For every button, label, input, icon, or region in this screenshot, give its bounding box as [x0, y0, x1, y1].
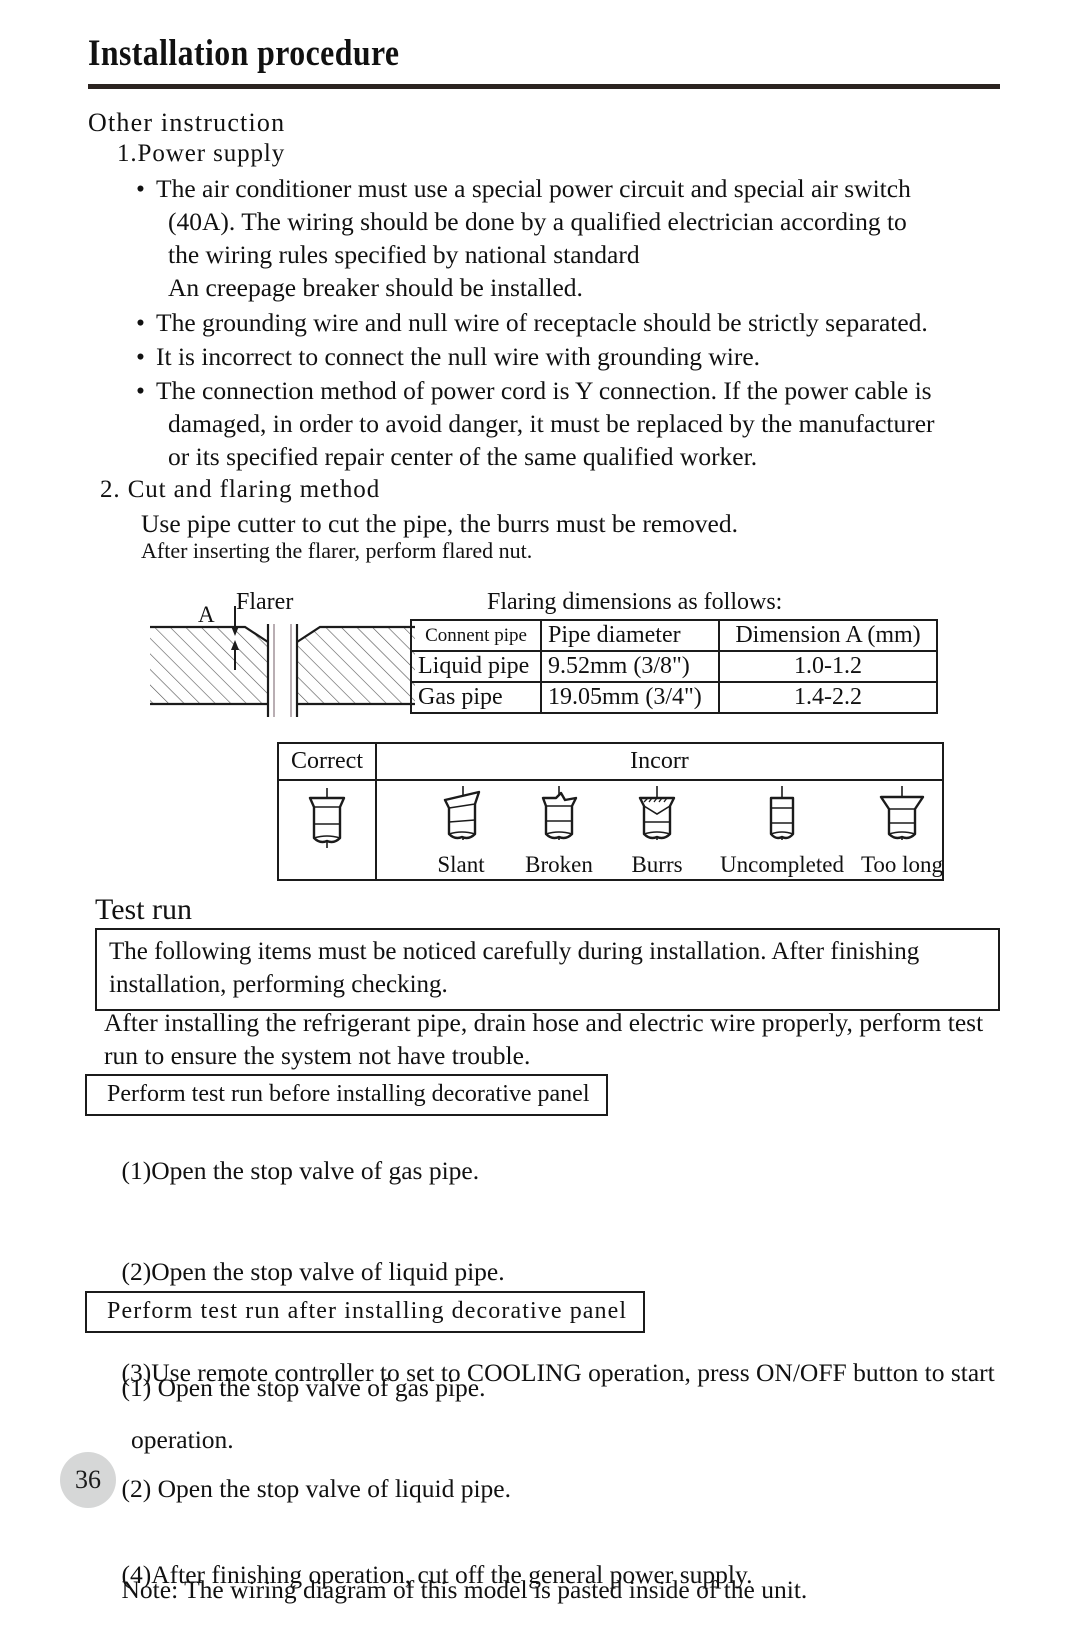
bullet-marker: • — [136, 174, 145, 203]
incorrect-flare-cell: Slant Broken Burrs Uncompleted Too long — [377, 781, 943, 879]
flare-label: Broken — [525, 852, 593, 877]
flare-example-too-long: Too long — [847, 781, 957, 879]
flare-example-uncompleted: Uncompleted — [707, 781, 857, 879]
flarer-diagram-svg: A — [150, 602, 415, 717]
title-divider — [88, 84, 1000, 89]
flare-pipe-broken-icon — [532, 784, 586, 851]
column-header: Dimension A (mm) — [718, 619, 938, 652]
band-before-panel: Perform test run before installing decor… — [85, 1074, 608, 1116]
step-text: (1) Open the stop valve of gas pipe. — [121, 1372, 486, 1402]
dimension-a-label: A — [198, 602, 215, 627]
list-item: • It is incorrect to connect the null wi… — [136, 340, 1004, 373]
list-item: • The grounding wire and null wire of re… — [136, 306, 1004, 339]
bullet-line: The air conditioner must use a special p… — [156, 174, 911, 203]
table-cell: 1.4-2.2 — [718, 681, 938, 714]
flare-pipe-icon — [300, 784, 354, 857]
column-header-incorrect: Incorr — [630, 748, 689, 774]
subsection-heading-cut-flaring: 2. Cut and flaring method — [100, 476, 381, 503]
flare-quality-body-row: Slant Broken Burrs Uncompleted Too long — [279, 781, 943, 879]
power-supply-bullet-list: • The air conditioner must use a special… — [136, 172, 1004, 474]
page-number-badge: 36 — [60, 1452, 116, 1508]
flare-example-correct — [279, 781, 375, 879]
section-heading-other-instruction: Other instruction — [88, 108, 286, 137]
subsection-heading-power-supply: 1.Power supply — [117, 140, 286, 167]
list-item: • The connection method of power cord is… — [136, 374, 1004, 473]
flaring-table-caption: Flaring dimensions as follows: — [487, 589, 783, 615]
table-header-row: Connent pipe Pipe diameter Dimension A (… — [410, 619, 938, 652]
section-heading-test-run: Test run — [95, 893, 193, 926]
flare-pipe-burrs-icon — [630, 784, 684, 851]
bullet-line: The grounding wire and null wire of rece… — [156, 307, 928, 337]
flare-label: Burrs — [631, 852, 683, 877]
table-cell: Gas pipe — [410, 681, 542, 714]
flare-example-burrs: Burrs — [609, 781, 705, 879]
table-cell: Liquid pipe — [410, 650, 542, 683]
list-item: (1)Open the stop valve of gas pipe. — [96, 1120, 1006, 1221]
after-panel-steps: (1) Open the stop valve of gas pipe. (2)… — [96, 1337, 1006, 1640]
flare-label: Uncompleted — [720, 852, 844, 877]
step-text: (1)Open the stop valve of gas pipe. — [121, 1155, 480, 1185]
flare-example-broken: Broken — [511, 781, 607, 879]
note-line: Note: The wiring diagram of this model i… — [96, 1539, 1006, 1640]
table-row: Liquid pipe 9.52mm (3/8") 1.0-1.2 — [410, 650, 938, 683]
cut-flaring-line-2: After inserting the flarer, perform flar… — [141, 538, 533, 563]
table-cell: 19.05mm (3/4") — [540, 681, 720, 714]
step-text: (2) Open the stop valve of liquid pipe. — [121, 1473, 512, 1503]
flare-label: Slant — [437, 852, 485, 877]
table-cell: 9.52mm (3/8") — [540, 650, 720, 683]
bullet-marker: • — [136, 341, 145, 371]
table-cell: 1.0-1.2 — [718, 650, 938, 683]
bullet-line: An creepage breaker should be installed. — [168, 273, 583, 303]
list-item: (2) Open the stop valve of liquid pipe. — [96, 1438, 1006, 1539]
flarer-cross-section-diagram: A — [150, 592, 415, 717]
flare-pipe-slant-icon — [434, 784, 488, 851]
step-text: Note: The wiring diagram of this model i… — [121, 1574, 808, 1604]
table-row: Gas pipe 19.05mm (3/4") 1.4-2.2 — [410, 681, 938, 714]
column-header-correct: Correct — [279, 744, 377, 779]
list-item: (1) Open the stop valve of gas pipe. — [96, 1337, 1006, 1438]
flare-label: Too long — [860, 852, 944, 877]
flare-pipe-uncompleted-icon — [755, 784, 809, 851]
bullet-line: the wiring rules specified by national s… — [168, 240, 640, 270]
test-run-intro-text: After installing the refrigerant pipe, d… — [104, 1008, 990, 1071]
bullet-line: or its specified repair center of the sa… — [168, 442, 758, 472]
flaring-dimensions-table: Connent pipe Pipe diameter Dimension A (… — [410, 619, 938, 714]
column-header: Pipe diameter — [540, 619, 720, 652]
flare-quality-table: Correct Incorr Slant Broken Burrs Uncomp… — [277, 742, 944, 881]
list-item: • The air conditioner must use a special… — [136, 172, 1004, 305]
column-header: Connent pipe — [410, 619, 542, 652]
bullet-line: damaged, in order to avoid danger, it mu… — [168, 408, 935, 438]
test-run-notice-box: The following items must be noticed care… — [95, 928, 1000, 1011]
flare-pipe-too-long-icon — [873, 784, 931, 851]
cut-flaring-line-1: Use pipe cutter to cut the pipe, the bur… — [141, 509, 738, 538]
step-text: (2)Open the stop valve of liquid pipe. — [121, 1256, 505, 1286]
flare-quality-header-row: Correct Incorr — [279, 744, 942, 781]
band-after-panel: Perform test run after installing decora… — [85, 1291, 646, 1333]
flare-example-slant: Slant — [413, 781, 509, 879]
bullet-line: The connection method of power cord is Y… — [156, 375, 932, 405]
page-title: Installation procedure — [88, 33, 400, 74]
correct-flare-cell — [279, 781, 377, 879]
bullet-line: (40A). The wiring should be done by a qu… — [168, 207, 907, 237]
bullet-line: It is incorrect to connect the null wire… — [156, 341, 761, 371]
bullet-marker: • — [136, 307, 145, 337]
bullet-marker: • — [136, 375, 145, 405]
